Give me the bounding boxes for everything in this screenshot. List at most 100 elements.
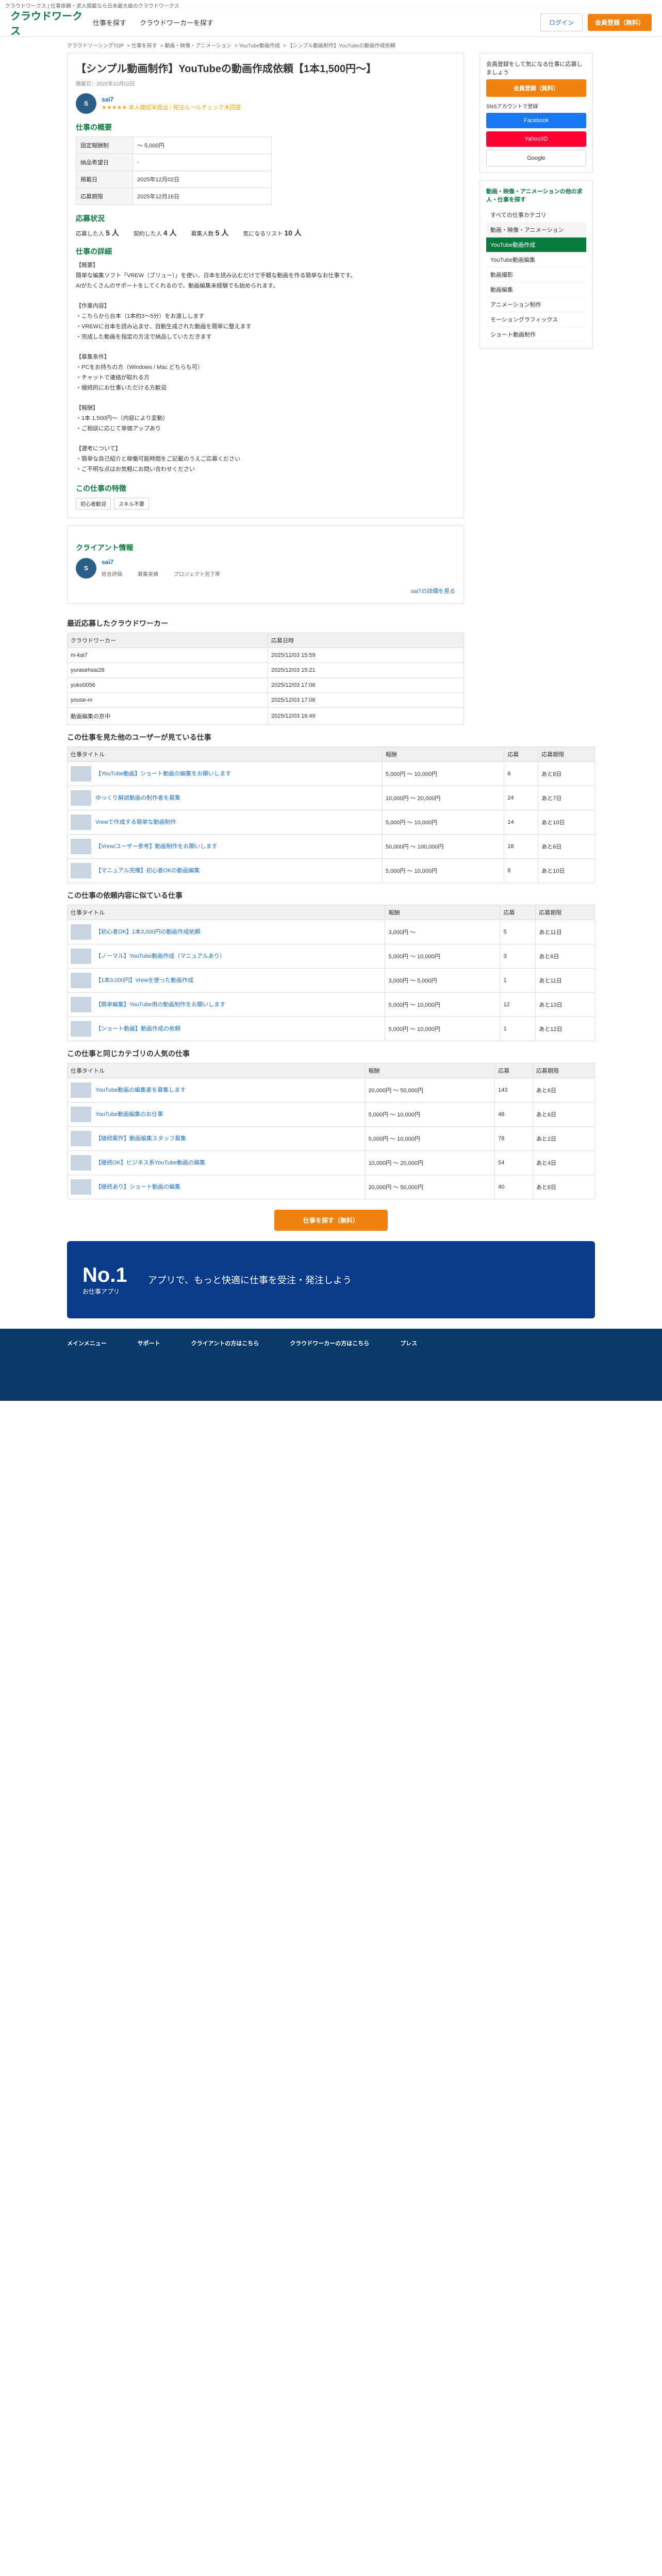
job-thumb [71, 972, 91, 988]
col-header: 報酬 [365, 1062, 495, 1078]
job-link[interactable]: 【初心者OK】1本3,000円の動画作成依頼 [95, 929, 201, 935]
job-applicants: 8 [504, 858, 539, 883]
section-title: この仕事の依頼内容に似ている仕事 [67, 891, 183, 900]
job-link[interactable]: 【マニュアル完備】初心者OKの動画編集 [95, 868, 200, 874]
job-link[interactable]: 【ノーマル】YouTube動画作成（マニュアルあり） [95, 953, 225, 959]
col-header: 仕事タイトル [67, 746, 383, 762]
job-link[interactable]: 【ショート動画】動画作成の依頼 [95, 1026, 180, 1032]
client-name[interactable]: sai7 [102, 96, 241, 103]
job-applicants: 48 [494, 1101, 533, 1127]
worker-name[interactable]: yuko0056 [67, 677, 269, 693]
footer: メインメニュー サポート クライアントの方はこちら クラウドワーカーの方はこちら… [0, 1328, 662, 1401]
job-applicants: 54 [494, 1150, 533, 1175]
category-list: すべての仕事カテゴリ 動画・映像・アニメーション YouTube動画作成 You… [486, 208, 586, 342]
col-header: 応募日時 [268, 632, 464, 648]
register-button[interactable]: 会員登録（無料） [587, 14, 652, 31]
content-wrap: 【シンプル動画制作】YouTubeの動画作成依頼【1本1,500円〜】 掲載日：… [0, 53, 662, 611]
category-item[interactable]: アニメーション制作 [486, 297, 586, 312]
job-reward: 5,000円 〜 10,000円 [382, 809, 505, 835]
client-name[interactable]: sai7 [102, 558, 220, 566]
col-header: 応募期限 [532, 1062, 595, 1078]
nav-find-workers[interactable]: クラウドワーカーを探す [140, 18, 213, 27]
app-banner[interactable]: No.1 お仕事アプリ アプリで、もっと快適に仕事を受注・発注しよう [67, 1241, 595, 1318]
breadcrumb-item[interactable]: クラウドソーシングTOP [67, 43, 124, 49]
category-item[interactable]: 動画編集 [486, 282, 586, 297]
kv-value: - [133, 154, 272, 171]
footer-col: プレス [400, 1340, 418, 1347]
job-reward: 5,000円 〜 10,000円 [385, 943, 501, 969]
job-thumb [71, 948, 91, 964]
job-deadline: あと6日 [535, 943, 595, 969]
table-row: yurasehsai28 2025/12/03 15:21 [67, 662, 464, 678]
worker-name[interactable]: 動画編集の京中 [67, 707, 269, 725]
tags-title: この仕事の特徴 [76, 484, 126, 493]
job-link[interactable]: 【簡単編集】YouTube用の動画制作をお願いします [95, 1002, 225, 1008]
job-reward: 5,000円 〜 10,000円 [365, 1101, 495, 1127]
section-title: 最近応募したクラウドワーカー [67, 619, 168, 628]
site-logo[interactable]: クラウドワークス [10, 8, 82, 38]
job-link[interactable]: YouTube動画の編集者を募集します [95, 1087, 186, 1093]
job-deadline: あと6日 [532, 1077, 595, 1103]
avatar[interactable]: S [76, 557, 96, 579]
find-jobs-button[interactable]: 仕事を探す（無料） [274, 1209, 388, 1231]
worker-name[interactable]: m-kai7 [67, 647, 269, 663]
category-title: 動画・映像・アニメーションの他の求人・仕事を探す [486, 189, 583, 203]
avatar[interactable]: S [76, 93, 96, 114]
yahoo-button[interactable]: Yahoo!ID [486, 131, 586, 147]
job-link[interactable]: 【Vrew/ユーザー参考】動画制作をお願いします [95, 843, 218, 850]
job-link[interactable]: ゆっくり解説動画の制作者を募集 [95, 795, 180, 801]
job-reward: 50,000円 〜 100,000円 [382, 834, 505, 859]
worker-name[interactable]: yurasehsai28 [67, 662, 269, 678]
job-reward: 20,000円 〜 50,000円 [365, 1077, 495, 1103]
nav-find-jobs[interactable]: 仕事を探す [93, 18, 126, 27]
google-button[interactable]: Google [486, 150, 586, 166]
related-jobs-1: この仕事を見た他のユーザーが見ている仕事 仕事タイトル 報酬 応募 応募期限 【You… [0, 732, 662, 883]
category-item[interactable]: ショート動画制作 [486, 327, 586, 342]
login-button[interactable]: ログイン [540, 13, 583, 31]
job-link[interactable]: YouTube動画編集のお仕事 [95, 1111, 163, 1117]
category-item[interactable]: すべての仕事カテゴリ [486, 208, 586, 223]
col-header: クラウドワーカー [67, 632, 269, 648]
client-info: S sai7 総合評価 募集実績 プロジェクト完了率 [76, 557, 455, 579]
tag[interactable]: 初心者歓迎 [76, 497, 111, 510]
category-box: 動画・映像・アニメーションの他の求人・仕事を探す すべての仕事カテゴリ 動画・映… [479, 180, 593, 349]
job-thumb [71, 924, 91, 940]
facebook-button[interactable]: Facebook [486, 113, 586, 128]
worker-name[interactable]: youse-m [67, 692, 269, 708]
job-link[interactable]: 【1本3,000円】Vrewを使った動画作成 [95, 977, 193, 984]
job-applicants: 6 [504, 761, 539, 786]
sidebar-register-button[interactable]: 会員登録（無料） [486, 79, 586, 97]
breadcrumb-item[interactable]: 仕事を探す [131, 43, 157, 49]
related-table: 仕事タイトル 報酬 応募 応募期限 【初心者OK】1本3,000円の動画作成依頼 3,0… [67, 904, 595, 1041]
category-item[interactable]: YouTube動画編集 [486, 252, 586, 267]
col-header: 仕事タイトル [67, 1062, 366, 1078]
table-row: ゆっくり解説動画の制作者を募集 10,000円 〜 20,000円 24 あと7日 [67, 785, 595, 810]
col-header: 報酬 [385, 904, 501, 920]
col-header: 応募期限 [538, 746, 595, 762]
related-jobs-2: この仕事の依頼内容に似ている仕事 仕事タイトル 報酬 応募 応募期限 【初心者OK】1… [0, 890, 662, 1041]
job-deadline: あと12日 [535, 1016, 595, 1041]
job-applicants: 3 [500, 943, 536, 969]
tag[interactable]: スキル不要 [114, 497, 149, 510]
job-link[interactable]: 【継続OK】ビジネス系YouTube動画の編集 [95, 1160, 205, 1166]
job-link[interactable]: 【YouTube動画】ショート動画の編集をお願いします [95, 771, 231, 777]
category-item[interactable]: 動画・映像・アニメーション [486, 223, 586, 238]
client-detail-link[interactable]: sai7の詳細を見る [411, 587, 455, 595]
related-table: 仕事タイトル 報酬 応募 応募期限 【YouTube動画】ショート動画の編集をお願いし… [67, 746, 595, 883]
category-item[interactable]: モーショングラフィックス [486, 312, 586, 327]
category-item[interactable]: 動画撮影 [486, 267, 586, 282]
register-text: 会員登録をして気になる仕事に応募しましょう [486, 61, 583, 76]
col-header: 仕事タイトル [67, 904, 386, 920]
job-link[interactable]: 【継続あり】ショート動画の編集 [95, 1184, 180, 1190]
header-nav: 仕事を探す クラウドワーカーを探す [93, 18, 540, 27]
category-item[interactable]: YouTube動画作成 [486, 238, 586, 252]
job-applicants: 18 [504, 834, 539, 859]
job-link[interactable]: Vrewで作成する簡単な動画制作 [95, 819, 176, 825]
job-link[interactable]: 【継続案件】動画編集スタッフ募集 [95, 1136, 186, 1142]
apply-date: 2025/12/03 15:21 [268, 662, 464, 678]
breadcrumb-item[interactable]: YouTube動画作成 [239, 43, 280, 49]
table-row: 固定報酬制〜 5,000円 [76, 137, 272, 154]
breadcrumb-item[interactable]: 動画・映像・アニメーション [164, 43, 231, 49]
client-stat: プロジェクト完了率 [174, 572, 220, 578]
job-thumb [71, 1155, 91, 1171]
